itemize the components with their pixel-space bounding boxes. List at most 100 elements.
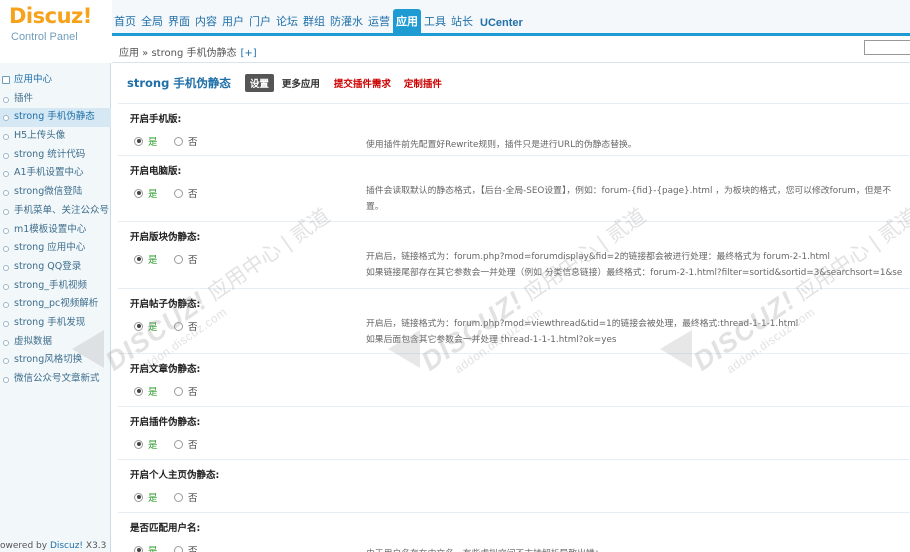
nav-item-9[interactable]: 运营 bbox=[366, 13, 392, 36]
powered-brand-link[interactable]: Discuz! bbox=[50, 541, 83, 551]
radio-yes[interactable]: 是 bbox=[134, 319, 158, 333]
nav-item-5[interactable]: 门户 bbox=[247, 13, 273, 36]
setting-description: 插件会读取默认的静态格式，【后台-全局-SEO设置】，例如：forum-{fid… bbox=[366, 186, 892, 196]
row-divider bbox=[118, 459, 910, 460]
radio-yes[interactable]: 是 bbox=[134, 543, 158, 552]
radio-yes[interactable]: 是 bbox=[134, 384, 158, 398]
nav-item-7[interactable]: 群组 bbox=[301, 13, 327, 36]
nav-item-13[interactable]: UCenter bbox=[476, 17, 525, 36]
setting-description: 开启后，链接格式为：forum.php?mod=viewthread&tid=1… bbox=[366, 319, 799, 329]
nav-item-3[interactable]: 内容 bbox=[193, 13, 219, 36]
sidebar-item-12[interactable]: strong_pc视频解析 bbox=[0, 295, 111, 314]
radio-yes[interactable]: 是 bbox=[134, 252, 158, 266]
logo-brand: Discuz! bbox=[9, 4, 92, 28]
top-header: Discuz! Control Panel 首页 全局 界面 内容 用户 门户 论坛 群组 防灌… bbox=[0, 0, 910, 46]
setting-description: 开启后，链接格式为：forum.php?mod=forumdisplay&fid… bbox=[366, 252, 830, 262]
radio-label: 是 bbox=[148, 440, 158, 451]
radio-circle-icon[interactable] bbox=[174, 386, 183, 396]
setting-description: 置。 bbox=[366, 202, 384, 212]
radio-circle-icon[interactable] bbox=[174, 321, 183, 331]
nav-item-6[interactable]: 论坛 bbox=[274, 13, 300, 36]
setting-description: 由于用户名存在中文名，有些虚拟空间不支持解析导致出错： bbox=[366, 546, 910, 552]
sidebar: 应用中心 插件 strong 手机伪静态 H5上传头像 strong 统计代码 A1手机设… bbox=[0, 46, 111, 552]
sidebar-item-10[interactable]: strong QQ登录 bbox=[0, 258, 111, 277]
sidebar-item-0[interactable]: 应用中心 bbox=[0, 71, 111, 90]
radio-no[interactable]: 否 bbox=[174, 384, 198, 398]
radio-label: 是 bbox=[148, 387, 158, 398]
setting-label: 开启版块伪静态: bbox=[130, 232, 201, 243]
radio-circle-icon[interactable] bbox=[134, 136, 143, 146]
radio-no[interactable]: 否 bbox=[174, 543, 198, 552]
radio-label: 是 bbox=[148, 255, 158, 266]
radio-circle-icon[interactable] bbox=[174, 545, 183, 552]
radio-circle-icon[interactable] bbox=[174, 492, 183, 502]
nav-item-8[interactable]: 防灌水 bbox=[328, 13, 365, 36]
tab-more-apps[interactable]: 更多应用 bbox=[282, 76, 320, 90]
sidebar-item-2[interactable]: strong 手机伪静态 bbox=[0, 108, 111, 128]
radio-circle-icon[interactable] bbox=[134, 188, 143, 198]
powered-prefix: owered by bbox=[0, 541, 48, 551]
logo[interactable]: Discuz! Control Panel bbox=[0, 0, 112, 46]
sidebar-item-14[interactable]: 虚拟数据 bbox=[0, 333, 111, 352]
sidebar-item-1[interactable]: 插件 bbox=[0, 90, 111, 109]
radio-yes[interactable]: 是 bbox=[134, 437, 158, 451]
radio-label: 否 bbox=[188, 546, 198, 552]
nav-item-1[interactable]: 全局 bbox=[139, 13, 165, 36]
row-divider bbox=[118, 221, 910, 222]
radio-yes[interactable]: 是 bbox=[134, 490, 158, 504]
radio-circle-icon[interactable] bbox=[134, 492, 143, 502]
radio-circle-icon[interactable] bbox=[174, 439, 183, 449]
sidebar-item-3[interactable]: H5上传头像 bbox=[0, 127, 111, 146]
radio-circle-icon[interactable] bbox=[174, 136, 183, 146]
submit-request-link[interactable]: 提交插件需求 bbox=[334, 76, 391, 90]
sidebar-item-5[interactable]: A1手机设置中心 bbox=[0, 164, 111, 183]
nav-item-4[interactable]: 用户 bbox=[220, 13, 246, 36]
sidebar-item-13[interactable]: strong 手机发现 bbox=[0, 314, 111, 333]
radio-yes[interactable]: 是 bbox=[134, 134, 158, 148]
nav-item-10[interactable]: 应用 bbox=[393, 9, 421, 36]
radio-no[interactable]: 否 bbox=[174, 252, 198, 266]
logo-subtitle: Control Panel bbox=[11, 31, 78, 43]
add-to-favorites-link[interactable]: [+] bbox=[240, 48, 256, 59]
row-divider bbox=[118, 288, 910, 289]
radio-circle-icon[interactable] bbox=[134, 321, 143, 331]
radio-label: 否 bbox=[188, 440, 198, 451]
custom-plugin-link[interactable]: 定制插件 bbox=[404, 76, 442, 90]
radio-no[interactable]: 否 bbox=[174, 134, 198, 148]
nav-item-2[interactable]: 界面 bbox=[166, 13, 192, 36]
radio-circle-icon[interactable] bbox=[174, 188, 183, 198]
radio-label: 是 bbox=[148, 322, 158, 333]
radio-no[interactable]: 否 bbox=[174, 186, 198, 200]
search-input[interactable] bbox=[864, 40, 910, 55]
sidebar-item-6[interactable]: strong微信登陆 bbox=[0, 183, 111, 202]
radio-circle-icon[interactable] bbox=[134, 545, 143, 552]
radio-circle-icon[interactable] bbox=[134, 386, 143, 396]
powered-version: X3.3 bbox=[83, 541, 107, 551]
top-nav: 首页 全局 界面 内容 用户 门户 论坛 群组 防灌水 运营 应用 工具 站长 UCenter bbox=[112, 0, 526, 36]
radio-no[interactable]: 否 bbox=[174, 490, 198, 504]
radio-circle-icon[interactable] bbox=[134, 439, 143, 449]
radio-label: 是 bbox=[148, 493, 158, 504]
radio-no[interactable]: 否 bbox=[174, 437, 198, 451]
radio-yes[interactable]: 是 bbox=[134, 186, 158, 200]
nav-item-11[interactable]: 工具 bbox=[422, 13, 448, 36]
radio-label: 是 bbox=[148, 546, 158, 552]
tab-settings[interactable]: 设置 bbox=[244, 74, 274, 92]
sidebar-item-8[interactable]: m1模板设置中心 bbox=[0, 221, 111, 240]
row-divider bbox=[118, 353, 910, 354]
row-divider bbox=[118, 103, 910, 104]
nav-item-12[interactable]: 站长 bbox=[449, 13, 475, 36]
radio-no[interactable]: 否 bbox=[174, 319, 198, 333]
setting-label: 开启个人主页伪静态: bbox=[130, 470, 220, 481]
sidebar-item-9[interactable]: strong 应用中心 bbox=[0, 239, 111, 258]
sidebar-item-11[interactable]: strong_手机视频 bbox=[0, 277, 111, 296]
radio-circle-icon[interactable] bbox=[134, 254, 143, 264]
sidebar-menu: 应用中心 插件 strong 手机伪静态 H5上传头像 strong 统计代码 A1手机设… bbox=[0, 71, 111, 389]
setting-label: 开启帖子伪静态: bbox=[130, 299, 201, 310]
sidebar-item-7[interactable]: 手机菜单、关注公众号 bbox=[0, 202, 111, 221]
nav-item-0[interactable]: 首页 bbox=[112, 13, 138, 36]
sidebar-item-15[interactable]: strong风格切换 bbox=[0, 351, 111, 370]
sidebar-item-16[interactable]: 微信公众号文章新式 bbox=[0, 370, 111, 389]
radio-circle-icon[interactable] bbox=[174, 254, 183, 264]
sidebar-item-4[interactable]: strong 统计代码 bbox=[0, 146, 111, 165]
